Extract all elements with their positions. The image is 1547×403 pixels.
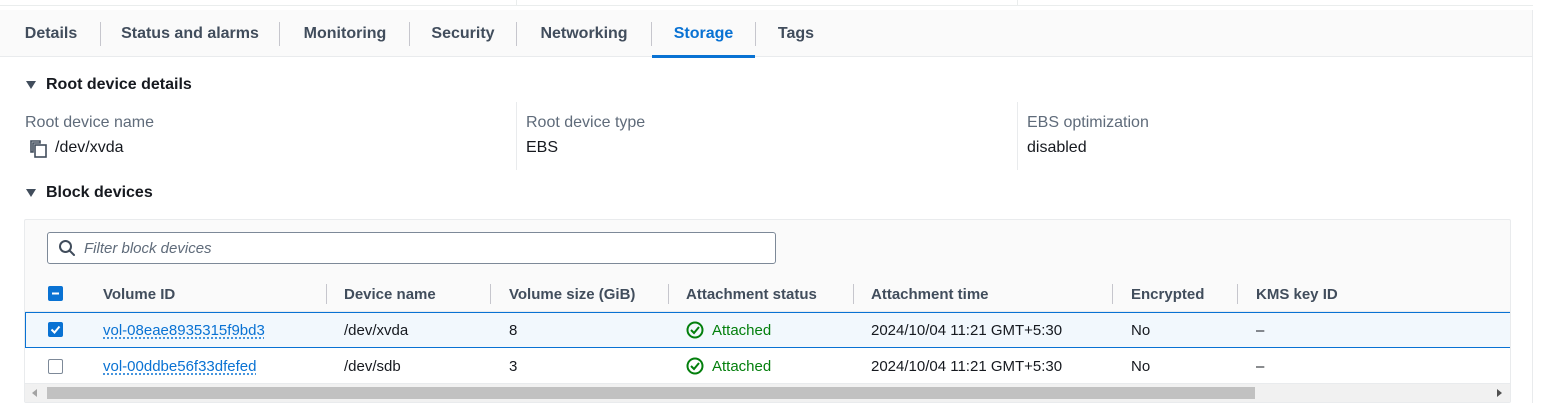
column-header-attachment-status[interactable]: Attachment status — [686, 276, 817, 312]
tab-monitoring[interactable]: Monitoring — [292, 10, 398, 57]
scroll-left-arrow-icon[interactable] — [32, 389, 37, 397]
device-name-cell: /dev/sdb — [344, 357, 401, 375]
block-devices-section-title: Block devices — [46, 184, 153, 201]
column-header-volume-id[interactable]: Volume ID — [103, 276, 175, 312]
root-device-section-title: Root device details — [46, 76, 192, 93]
block-devices-table: Volume ID Device name Volume size (GiB) … — [24, 219, 1511, 403]
row-checkbox[interactable] — [48, 322, 63, 337]
attachment-status-cell: Attached — [686, 349, 771, 383]
table-row[interactable]: vol-08eae8935315f9bd3 /dev/xvda 8 Attach… — [25, 312, 1510, 348]
tab-details[interactable]: Details — [14, 10, 88, 57]
tab-status-and-alarms[interactable]: Status and alarms — [112, 10, 268, 57]
device-name-cell: /dev/xvda — [344, 321, 409, 339]
attachment-status-text: Attached — [712, 357, 772, 375]
tab-storage[interactable]: Storage — [652, 10, 755, 58]
tab-tags[interactable]: Tags — [767, 10, 825, 57]
top-strip-divider — [1017, 0, 1018, 5]
tab-divider — [100, 22, 101, 46]
horizontal-scrollbar[interactable] — [25, 384, 1510, 402]
success-icon — [686, 321, 704, 339]
root-device-section-toggle[interactable]: Root device details — [24, 76, 192, 94]
ebs-optimization-value: disabled — [1027, 139, 1087, 156]
top-strip-divider — [516, 0, 517, 5]
copy-icon[interactable] — [28, 139, 48, 159]
column-header-device-name[interactable]: Device name — [344, 276, 436, 312]
filter-block-devices[interactable] — [47, 232, 776, 264]
attachment-time-cell: 2024/10/04 11:21 GMT+5:30 — [871, 357, 1063, 375]
column-header-encrypted[interactable]: Encrypted — [1131, 276, 1204, 312]
attachment-status-cell: Attached — [686, 313, 771, 347]
column-header-kms-key-id[interactable]: KMS key ID — [1256, 276, 1338, 312]
row-checkbox[interactable] — [48, 359, 63, 374]
volume-id-link[interactable]: vol-08eae8935315f9bd3 — [103, 322, 265, 339]
kms-key-id-cell: – — [1256, 321, 1265, 339]
select-all-checkbox[interactable] — [48, 286, 63, 301]
volume-size-cell: 8 — [509, 321, 518, 339]
top-strip — [0, 0, 1533, 6]
encrypted-cell: No — [1131, 357, 1151, 375]
tab-divider — [516, 22, 517, 46]
tab-divider — [409, 22, 410, 46]
tab-security[interactable]: Security — [421, 10, 505, 57]
scroll-right-arrow-icon[interactable] — [1497, 389, 1502, 397]
column-divider — [516, 102, 517, 170]
column-resizer[interactable] — [490, 284, 491, 304]
content-right-border — [1532, 57, 1533, 403]
table-row[interactable]: vol-00ddbe56f33dfefed /dev/sdb 3 Attache… — [25, 348, 1510, 384]
volume-id-cell: vol-08eae8935315f9bd3 — [103, 313, 265, 347]
caret-down-icon — [26, 81, 36, 89]
column-resizer[interactable] — [326, 284, 327, 304]
success-icon — [686, 357, 704, 375]
volume-id-cell: vol-00ddbe56f33dfefed — [103, 349, 256, 383]
column-divider — [1017, 102, 1018, 170]
column-resizer[interactable] — [853, 284, 854, 304]
block-devices-section-toggle[interactable]: Block devices — [24, 184, 153, 202]
table-header: Volume ID Device name Volume size (GiB) … — [25, 276, 1510, 312]
column-resizer[interactable] — [1237, 284, 1238, 304]
root-device-name-value: /dev/xvda — [55, 139, 124, 156]
attachment-status-text: Attached — [712, 321, 772, 339]
tab-bar: Details Status and alarms Monitoring Sec… — [0, 10, 1533, 58]
tab-divider — [755, 22, 756, 46]
column-resizer[interactable] — [1112, 284, 1113, 304]
attachment-time-cell: 2024/10/04 11:21 GMT+5:30 — [871, 321, 1063, 339]
column-header-attachment-time[interactable]: Attachment time — [871, 276, 989, 312]
column-resizer[interactable] — [668, 284, 669, 304]
check-icon — [50, 325, 61, 334]
search-icon — [59, 240, 75, 256]
column-header-volume-size[interactable]: Volume size (GiB) — [509, 276, 635, 312]
ebs-optimization-label: EBS optimization — [1027, 114, 1149, 131]
minus-icon — [52, 292, 59, 295]
scrollbar-thumb[interactable] — [47, 387, 1255, 399]
kms-key-id-cell: – — [1256, 357, 1265, 375]
encrypted-cell: No — [1131, 321, 1151, 339]
caret-down-icon — [26, 189, 36, 197]
tab-divider — [279, 22, 280, 46]
volume-id-link[interactable]: vol-00ddbe56f33dfefed — [103, 358, 256, 375]
root-device-type-value: EBS — [526, 139, 559, 156]
tab-networking[interactable]: Networking — [528, 10, 640, 57]
root-device-name-label: Root device name — [25, 114, 154, 131]
volume-size-cell: 3 — [509, 357, 518, 375]
filter-input[interactable] — [84, 239, 744, 257]
root-device-type-label: Root device type — [526, 114, 646, 131]
